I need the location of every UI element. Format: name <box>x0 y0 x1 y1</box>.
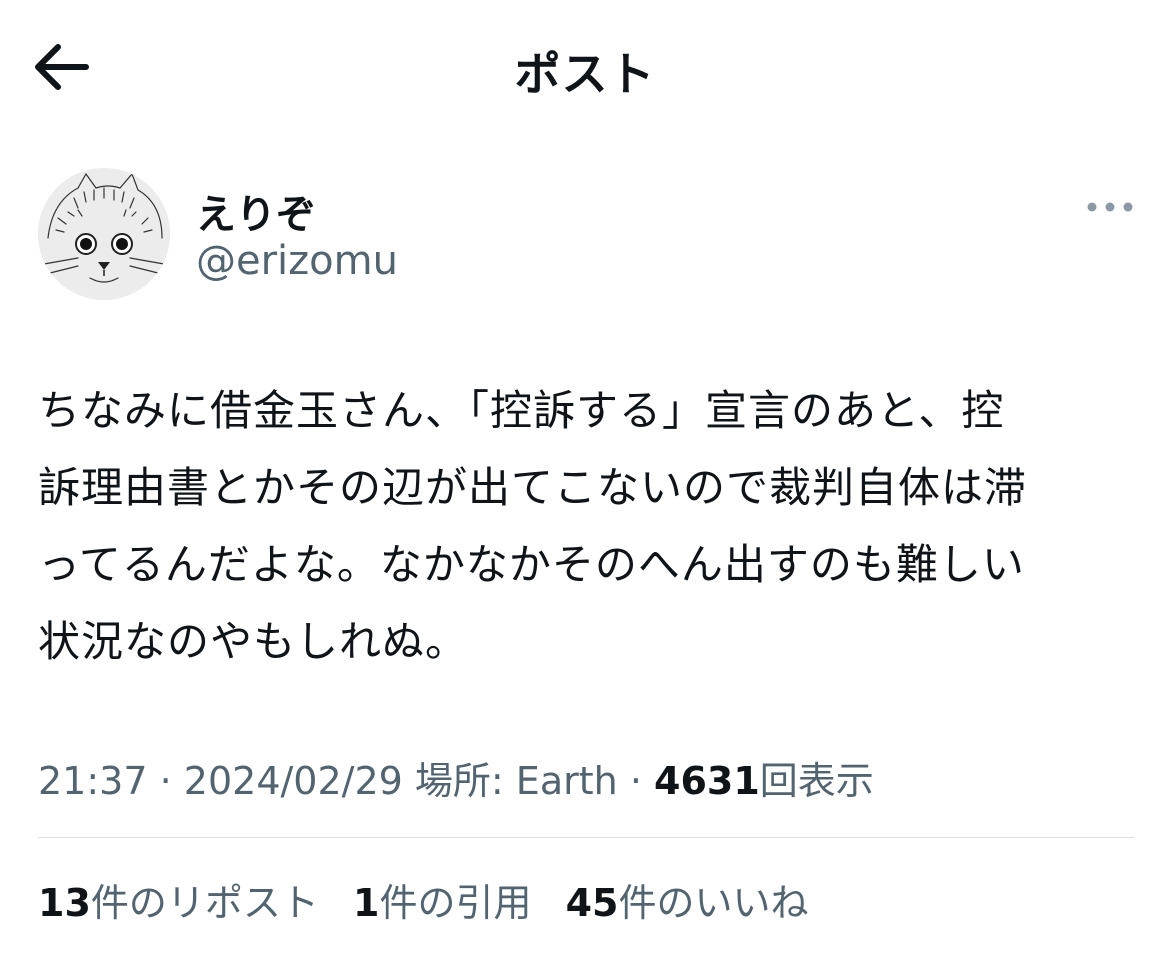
post-date[interactable]: 2024/02/29 <box>184 759 403 803</box>
top-bar: ポスト <box>0 0 1170 134</box>
post-text-line: ちなみに借金玉さん、「控訴する」宣言のあと、控 <box>38 386 1005 435</box>
post-time[interactable]: 21:37 <box>38 759 148 803</box>
post-text-line: ってるんだよな。なかなかそのへん出すのも難しい <box>38 540 1025 589</box>
post-text-line: 訴理由書とかその辺が出てこないので裁判自体は滞 <box>38 463 1028 512</box>
post-location: 場所: Earth <box>414 759 618 803</box>
page-title: ポスト <box>514 47 656 101</box>
meta-separator: · <box>629 759 642 803</box>
engagement-stats: 13件のリポスト 1件の引用 45件のいいね <box>38 872 830 927</box>
cat-sketch-avatar <box>38 168 170 300</box>
meta-separator: · <box>159 759 172 803</box>
post-text-line: 状況なのやもしれぬ。 <box>38 617 469 666</box>
display-name[interactable]: えりぞ <box>196 182 316 240</box>
post-metadata: 21:37 · 2024/02/29 場所: Earth · 4631回表示 <box>38 750 874 805</box>
views-label: 回表示 <box>759 759 874 803</box>
quotes-stat[interactable]: 1件の引用 <box>353 872 531 927</box>
post-text: ちなみに借金玉さん、「控訴する」宣言のあと、控 訴理由書とかその辺が出てこないの… <box>38 372 1138 680</box>
divider <box>38 837 1134 838</box>
more-horizontal-icon <box>1087 202 1133 212</box>
avatar[interactable] <box>38 168 170 300</box>
post-author: えりぞ @erizomu <box>38 168 1138 308</box>
views-count: 4631 <box>654 759 760 803</box>
likes-count: 45 <box>565 881 619 925</box>
reposts-stat[interactable]: 13件のリポスト <box>38 872 319 927</box>
more-options-button[interactable] <box>1082 192 1138 222</box>
likes-label: 件のいいね <box>618 881 809 925</box>
username-handle[interactable]: @erizomu <box>196 238 398 284</box>
likes-stat[interactable]: 45件のいいね <box>566 872 809 927</box>
quotes-count: 1 <box>353 881 380 925</box>
reposts-label: 件のリポスト <box>90 881 319 925</box>
quotes-label: 件の引用 <box>379 881 532 925</box>
reposts-count: 13 <box>38 881 91 925</box>
